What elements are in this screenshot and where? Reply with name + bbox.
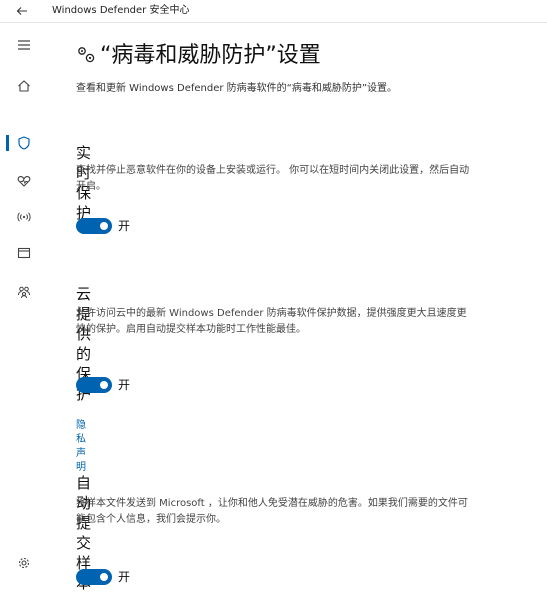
shield-icon (18, 136, 30, 150)
sidebar-item-health[interactable] (16, 173, 32, 189)
realtime-protection-toggle-label: 开 (118, 219, 131, 233)
toggle-knob (100, 573, 108, 581)
sidebar (0, 23, 46, 593)
realtime-protection-toggle[interactable] (76, 218, 112, 234)
cloud-protection-toggle-label: 开 (118, 378, 131, 392)
sidebar-item-app-browser[interactable] (16, 245, 32, 261)
auto-sample-submission-toggle-label: 开 (118, 570, 131, 584)
auto-sample-submission-toggle[interactable] (76, 569, 112, 585)
gear-icon (18, 557, 30, 569)
sidebar-item-virus-protection[interactable] (16, 135, 32, 151)
browser-window-icon (17, 247, 31, 259)
cloud-protection-toggle[interactable] (76, 377, 112, 393)
settings-gears-icon (78, 47, 95, 63)
sidebar-item-home[interactable] (16, 78, 32, 94)
auto-sample-submission-description: 将样本文件发送到 Microsoft ，让你和他人免受潜在威胁的危害。如果我们需… (76, 498, 468, 525)
toggle-knob (100, 381, 108, 389)
sidebar-item-network[interactable] (16, 209, 32, 225)
hamburger-icon (18, 40, 30, 50)
back-button[interactable] (14, 3, 30, 19)
toggle-knob (100, 222, 108, 230)
back-arrow-icon (16, 7, 27, 15)
title-bar: Windows Defender 安全中心 (0, 0, 547, 23)
heart-icon (17, 176, 31, 187)
page-description: 查看和更新 Windows Defender 防病毒软件的“病毒和威胁防护”设置… (76, 83, 398, 94)
realtime-protection-description: 查找并停止恶意软件在你的设备上安装或运行。 你可以在短时间内关闭此设置，然后自动… (76, 165, 470, 192)
wifi-icon (17, 212, 31, 222)
app-title: Windows Defender 安全中心 (52, 5, 190, 16)
cloud-protection-description: 允许访问云中的最新 Windows Defender 防病毒软件保护数据，提供强… (76, 308, 467, 335)
family-icon (18, 286, 30, 299)
sidebar-item-settings[interactable] (16, 555, 32, 571)
privacy-statement-link[interactable]: 隐私声明 (76, 419, 86, 475)
hamburger-menu-button[interactable] (16, 37, 32, 53)
active-indicator (6, 135, 9, 151)
sidebar-item-family[interactable] (16, 284, 32, 300)
page-title: “病毒和威胁防护”设置 (100, 43, 321, 68)
home-icon (18, 80, 30, 92)
